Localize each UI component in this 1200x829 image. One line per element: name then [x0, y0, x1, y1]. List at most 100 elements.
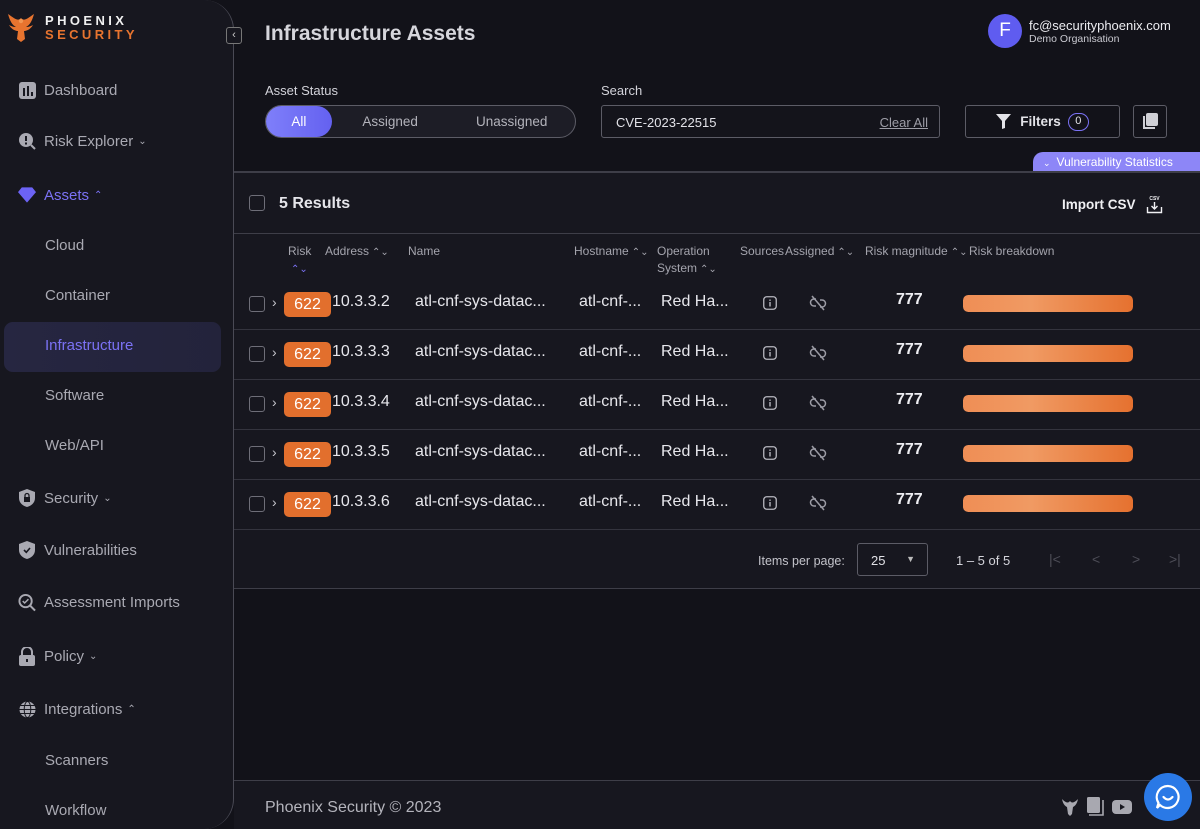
risk-breakdown-bar: [963, 345, 1133, 362]
sidebar-item-label: Policy: [44, 647, 85, 665]
shield-check-icon: [18, 541, 36, 559]
row-checkbox[interactable]: [249, 296, 265, 312]
column-header-assigned[interactable]: Assigned ⌃⌄: [785, 243, 854, 261]
unlink-icon[interactable]: [809, 295, 827, 311]
unlink-icon[interactable]: [809, 445, 827, 461]
sidebar-subitem-scanners[interactable]: Scanners: [45, 749, 108, 773]
collapse-sidebar-button[interactable]: ‹: [226, 27, 242, 44]
clear-all-link[interactable]: Clear All: [880, 115, 928, 130]
user-menu[interactable]: F fc@securityphoenix.com Demo Organisati…: [988, 14, 1171, 48]
sidebar-subitem-software[interactable]: Software: [45, 384, 104, 408]
unlink-icon[interactable]: [809, 345, 827, 361]
sidebar-item-dashboard[interactable]: Dashboard: [18, 78, 117, 102]
sort-icon[interactable]: ⌃⌄: [951, 247, 968, 258]
sort-icon[interactable]: ⌃⌄: [372, 247, 389, 258]
table-row[interactable]: › 622 10.3.3.2 atl-cnf-sys-datac... atl-cnf-…: [234, 280, 1200, 330]
column-header-risk-magnitude[interactable]: Risk magnitude ⌃⌄: [865, 243, 967, 261]
column-header-address[interactable]: Address ⌃⌄: [325, 243, 389, 261]
column-header-hostname[interactable]: Hostname ⌃⌄: [574, 243, 648, 261]
risk-magnitude: 777: [896, 291, 923, 308]
expand-row-chevron-icon[interactable]: ›: [272, 294, 277, 310]
info-icon[interactable]: [763, 296, 777, 310]
sort-icon[interactable]: ⌃⌄: [291, 264, 308, 275]
unlink-icon[interactable]: [809, 395, 827, 411]
sort-icon[interactable]: ⌃⌄: [837, 247, 854, 258]
info-icon[interactable]: [763, 346, 777, 360]
footer: Phoenix Security © 2023: [234, 780, 1200, 829]
youtube-icon[interactable]: [1112, 799, 1132, 814]
info-icon[interactable]: [763, 396, 777, 410]
brand-line1: PHOENIX: [45, 13, 128, 28]
risk-magnitude: 777: [896, 341, 923, 358]
search-check-icon: [18, 593, 36, 611]
risk-breakdown-bar: [963, 495, 1133, 512]
items-per-page-select[interactable]: 25 ▼: [857, 543, 928, 576]
sidebar-item-label: Vulnerabilities: [44, 541, 137, 559]
cell-name: atl-cnf-sys-datac...: [415, 343, 546, 360]
vulnerability-statistics-toggle[interactable]: ⌄ Vulnerability Statistics: [1033, 152, 1200, 172]
row-checkbox[interactable]: [249, 346, 265, 362]
segment-all[interactable]: All: [266, 106, 332, 137]
cell-name: atl-cnf-sys-datac...: [415, 293, 546, 310]
cell-operation-system: Red Ha...: [661, 393, 729, 410]
expand-row-chevron-icon[interactable]: ›: [272, 494, 277, 510]
brand-logo[interactable]: PHOENIX SECURITY: [5, 12, 138, 44]
search-value: CVE-2023-22515: [616, 115, 717, 130]
copyright: Phoenix Security © 2023: [265, 799, 442, 816]
last-page-button[interactable]: >|: [1169, 551, 1181, 567]
docs-book-icon[interactable]: [1087, 797, 1104, 816]
sidebar-subitem-infrastructure[interactable]: Infrastructure: [45, 334, 133, 358]
expand-row-chevron-icon[interactable]: ›: [272, 394, 277, 410]
column-header-risk-breakdown: Risk breakdown: [969, 244, 1055, 258]
segment-unassigned[interactable]: Unassigned: [448, 106, 575, 137]
sidebar-item-assets[interactable]: Assets ⌃: [18, 183, 102, 207]
cell-operation-system: Red Ha...: [661, 443, 729, 460]
sidebar-item-assessment-imports[interactable]: Assessment Imports: [18, 590, 180, 614]
sidebar-subitem-cloud[interactable]: Cloud: [45, 234, 84, 258]
row-checkbox[interactable]: [249, 496, 265, 512]
column-header-risk[interactable]: Risk ⌃⌄: [288, 243, 311, 278]
unlink-icon[interactable]: [809, 495, 827, 511]
sidebar-item-risk-explorer[interactable]: Risk Explorer ⌄: [18, 129, 147, 153]
info-icon[interactable]: [763, 446, 777, 460]
items-per-page-label: Items per page:: [758, 554, 845, 568]
row-checkbox[interactable]: [249, 396, 265, 412]
chevron-up-icon: ⌃: [94, 189, 103, 201]
copy-button[interactable]: [1133, 105, 1167, 138]
table-row[interactable]: › 622 10.3.3.6 atl-cnf-sys-datac... atl-cnf-…: [234, 480, 1200, 530]
previous-page-button[interactable]: <: [1092, 551, 1100, 567]
table-row[interactable]: › 622 10.3.3.4 atl-cnf-sys-datac... atl-cnf-…: [234, 380, 1200, 430]
info-icon[interactable]: [763, 496, 777, 510]
table-row[interactable]: › 622 10.3.3.5 atl-cnf-sys-datac... atl-cnf-…: [234, 430, 1200, 480]
sidebar-subitem-container[interactable]: Container: [45, 284, 110, 308]
sidebar-item-security[interactable]: Security ⌄: [18, 486, 112, 510]
cell-address: 10.3.3.2: [332, 293, 390, 310]
chat-support-button[interactable]: [1144, 773, 1192, 821]
sidebar-subitem-workflow[interactable]: Workflow: [45, 799, 106, 823]
expand-row-chevron-icon[interactable]: ›: [272, 444, 277, 460]
sidebar-item-integrations[interactable]: Integrations ⌃: [18, 697, 136, 721]
sort-icon[interactable]: ⌃⌄: [700, 264, 717, 275]
sidebar-item-policy[interactable]: Policy ⌄: [18, 644, 97, 668]
first-page-button[interactable]: |<: [1049, 551, 1061, 567]
import-csv-button[interactable]: Import CSV CSV: [1062, 195, 1163, 214]
expand-row-chevron-icon[interactable]: ›: [272, 344, 277, 360]
column-header-operation-system[interactable]: Operation System ⌃⌄: [657, 243, 717, 278]
table-row[interactable]: › 622 10.3.3.3 atl-cnf-sys-datac... atl-cnf-…: [234, 330, 1200, 380]
sort-icon[interactable]: ⌃⌄: [632, 247, 649, 258]
user-email: fc@securityphoenix.com: [1029, 17, 1171, 33]
row-checkbox[interactable]: [249, 446, 265, 462]
segment-assigned[interactable]: Assigned: [332, 106, 449, 137]
sidebar-item-vulnerabilities[interactable]: Vulnerabilities: [18, 538, 137, 562]
next-page-button[interactable]: >: [1132, 551, 1140, 567]
cell-address: 10.3.3.4: [332, 393, 390, 410]
filters-button[interactable]: Filters 0: [965, 105, 1120, 138]
shield-lock-icon: [18, 489, 36, 507]
chevron-down-icon: ⌄: [103, 492, 112, 504]
select-all-checkbox[interactable]: [249, 195, 265, 211]
sidebar-subitem-web-api[interactable]: Web/API: [45, 434, 104, 458]
risk-magnitude: 777: [896, 391, 923, 408]
risk-magnitude: 777: [896, 441, 923, 458]
search-input[interactable]: CVE-2023-22515 Clear All: [601, 105, 940, 138]
phoenix-icon[interactable]: [1061, 798, 1079, 816]
